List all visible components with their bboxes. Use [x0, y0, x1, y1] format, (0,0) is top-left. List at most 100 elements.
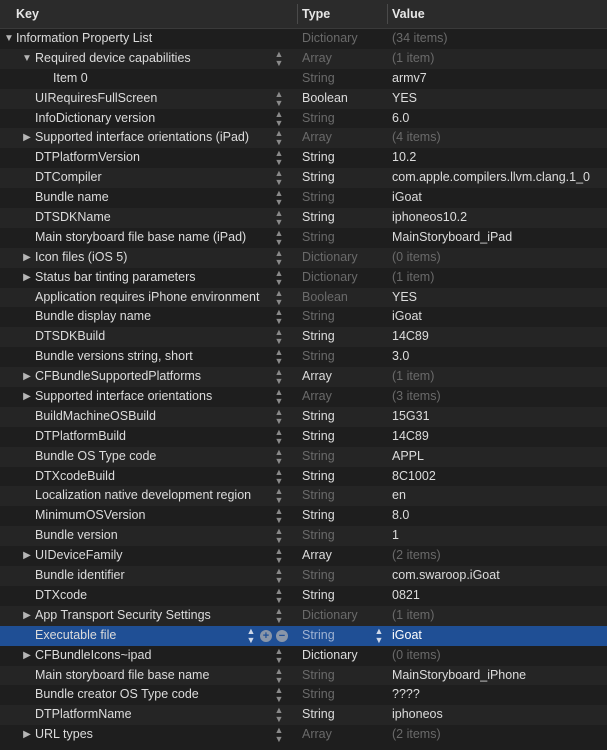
plist-row[interactable]: DTXcode ▲ ▼ String 0821: [0, 586, 607, 606]
key-stepper-icon[interactable]: ▲ ▼: [274, 347, 284, 366]
row-type[interactable]: String: [302, 526, 335, 546]
row-value[interactable]: (2 items): [392, 725, 441, 745]
key-stepper-icon[interactable]: ▲ ▼: [274, 208, 284, 227]
disclosure-expanded-icon[interactable]: ▼: [22, 49, 32, 69]
row-value[interactable]: YES: [392, 288, 417, 308]
plist-row[interactable]: ▶ UIDeviceFamily ▲ ▼ Array (2 items): [0, 546, 607, 566]
row-value[interactable]: iphoneos10.2: [392, 208, 467, 228]
plist-row[interactable]: ▶ App Transport Security Settings ▲ ▼ Dic…: [0, 605, 607, 626]
row-type[interactable]: String: [302, 566, 335, 586]
key-stepper-icon[interactable]: ▲ ▼: [274, 526, 284, 545]
row-type[interactable]: Array: [302, 387, 332, 407]
type-column-header[interactable]: Type: [302, 0, 330, 28]
plist-row[interactable]: DTXcodeBuild ▲ ▼ String 8C1002: [0, 467, 607, 487]
row-key[interactable]: Supported interface orientations: [35, 387, 212, 407]
row-key[interactable]: UIDeviceFamily: [35, 546, 123, 566]
key-stepper-icon[interactable]: ▲ ▼: [274, 427, 284, 446]
row-key[interactable]: Executable file: [35, 626, 116, 646]
disclosure-collapsed-icon[interactable]: ▶: [22, 387, 32, 407]
remove-row-icon[interactable]: −: [276, 629, 288, 642]
plist-row[interactable]: ▶ CFBundleSupportedPlatforms ▲ ▼ Array (1…: [0, 367, 607, 388]
row-value[interactable]: 8C1002: [392, 467, 436, 487]
row-value[interactable]: (0 items): [392, 248, 441, 268]
row-type[interactable]: String: [302, 69, 335, 89]
row-key[interactable]: Bundle OS Type code: [35, 447, 156, 467]
row-type[interactable]: Dictionary: [302, 268, 358, 288]
plist-row[interactable]: InfoDictionary version ▲ ▼ String 6.0: [0, 109, 607, 129]
row-key[interactable]: Bundle identifier: [35, 566, 125, 586]
row-type[interactable]: String: [302, 188, 335, 208]
row-type[interactable]: String: [302, 307, 335, 327]
row-value[interactable]: 14C89: [392, 327, 429, 347]
row-value[interactable]: armv7: [392, 69, 427, 89]
row-type[interactable]: String: [302, 467, 335, 487]
plist-row-selected[interactable]: Executable file ▲ ▼ + − String ▲ ▼ iGoat: [0, 625, 607, 646]
row-key[interactable]: DTPlatformBuild: [35, 427, 126, 447]
disclosure-collapsed-icon[interactable]: ▶: [22, 606, 32, 626]
row-key[interactable]: Bundle name: [35, 188, 109, 208]
key-stepper-icon[interactable]: ▲ ▼: [274, 407, 284, 426]
disclosure-collapsed-icon[interactable]: ▶: [22, 248, 32, 268]
key-stepper-icon[interactable]: ▲ ▼: [274, 566, 284, 585]
plist-row[interactable]: UIRequiresFullScreen ▲ ▼ Boolean YES: [0, 88, 607, 109]
row-key[interactable]: Status bar tinting parameters: [35, 268, 196, 288]
row-key[interactable]: DTXcode: [35, 586, 87, 606]
row-value[interactable]: APPL: [392, 447, 424, 467]
row-key[interactable]: InfoDictionary version: [35, 109, 155, 129]
row-type[interactable]: Dictionary: [302, 606, 358, 626]
row-type[interactable]: String: [302, 327, 335, 347]
row-value[interactable]: iGoat: [392, 626, 422, 646]
row-key[interactable]: Supported interface orientations (iPad): [35, 128, 249, 148]
key-stepper-icon[interactable]: ▲ ▼: [274, 228, 284, 247]
plist-row[interactable]: ▶ Supported interface orientations (iPad…: [0, 128, 607, 149]
row-type[interactable]: String: [302, 506, 335, 526]
row-type[interactable]: String: [302, 626, 335, 646]
row-key[interactable]: Icon files (iOS 5): [35, 248, 127, 268]
plist-row[interactable]: DTPlatformBuild ▲ ▼ String 14C89: [0, 427, 607, 447]
row-key[interactable]: MinimumOSVersion: [35, 506, 145, 526]
row-value[interactable]: ????: [392, 685, 420, 705]
row-value[interactable]: 15G31: [392, 407, 430, 427]
row-type[interactable]: String: [302, 486, 335, 506]
row-type[interactable]: Array: [302, 725, 332, 745]
key-stepper-icon[interactable]: ▲ ▼: [274, 685, 284, 704]
row-key[interactable]: Localization native development region: [35, 486, 251, 506]
row-key[interactable]: Application requires iPhone environment: [35, 288, 259, 308]
row-key[interactable]: Main storyboard file base name: [35, 666, 209, 686]
key-stepper-icon[interactable]: ▲ ▼: [274, 367, 284, 386]
row-value[interactable]: com.swaroop.iGoat: [392, 566, 500, 586]
row-type[interactable]: String: [302, 168, 335, 188]
row-value[interactable]: MainStoryboard_iPhone: [392, 666, 526, 686]
add-row-icon[interactable]: +: [260, 629, 272, 642]
row-key[interactable]: Bundle creator OS Type code: [35, 685, 199, 705]
plist-row[interactable]: MinimumOSVersion ▲ ▼ String 8.0: [0, 506, 607, 526]
value-column-header[interactable]: Value: [392, 0, 425, 28]
row-value[interactable]: (34 items): [392, 29, 448, 49]
plist-row[interactable]: ▶ CFBundleIcons~ipad ▲ ▼ Dictionary (0 it…: [0, 646, 607, 666]
plist-row[interactable]: Main storyboard file base name (iPad) ▲ ▼…: [0, 228, 607, 248]
row-value[interactable]: en: [392, 486, 406, 506]
key-stepper-icon[interactable]: ▲ ▼: [274, 467, 284, 486]
row-type[interactable]: Array: [302, 546, 332, 566]
row-key[interactable]: DTPlatformName: [35, 705, 132, 725]
row-value[interactable]: (1 item): [392, 268, 434, 288]
key-stepper-icon[interactable]: ▲ ▼: [274, 666, 284, 685]
key-stepper-icon[interactable]: ▲ ▼: [274, 586, 284, 605]
plist-row[interactable]: Bundle versions string, short ▲ ▼ String …: [0, 347, 607, 367]
plist-row[interactable]: ▼ Required device capabilities ▲ ▼ Array …: [0, 48, 607, 69]
row-type[interactable]: Boolean: [302, 89, 348, 109]
row-type[interactable]: Dictionary: [302, 646, 358, 666]
row-key[interactable]: UIRequiresFullScreen: [35, 89, 157, 109]
key-stepper-icon[interactable]: ▲ ▼: [274, 307, 284, 326]
key-stepper-icon[interactable]: ▲ ▼: [246, 626, 256, 645]
disclosure-collapsed-icon[interactable]: ▶: [22, 646, 32, 666]
plist-row[interactable]: ▶ Supported interface orientations ▲ ▼ Ar…: [0, 387, 607, 407]
row-type[interactable]: String: [302, 407, 335, 427]
row-type[interactable]: String: [302, 447, 335, 467]
row-value[interactable]: 0821: [392, 586, 420, 606]
row-type[interactable]: Dictionary: [302, 29, 358, 49]
plist-row[interactable]: Bundle OS Type code ▲ ▼ String APPL: [0, 446, 607, 467]
row-key[interactable]: Bundle versions string, short: [35, 347, 193, 367]
row-key[interactable]: DTSDKName: [35, 208, 111, 228]
row-type[interactable]: Dictionary: [302, 248, 358, 268]
